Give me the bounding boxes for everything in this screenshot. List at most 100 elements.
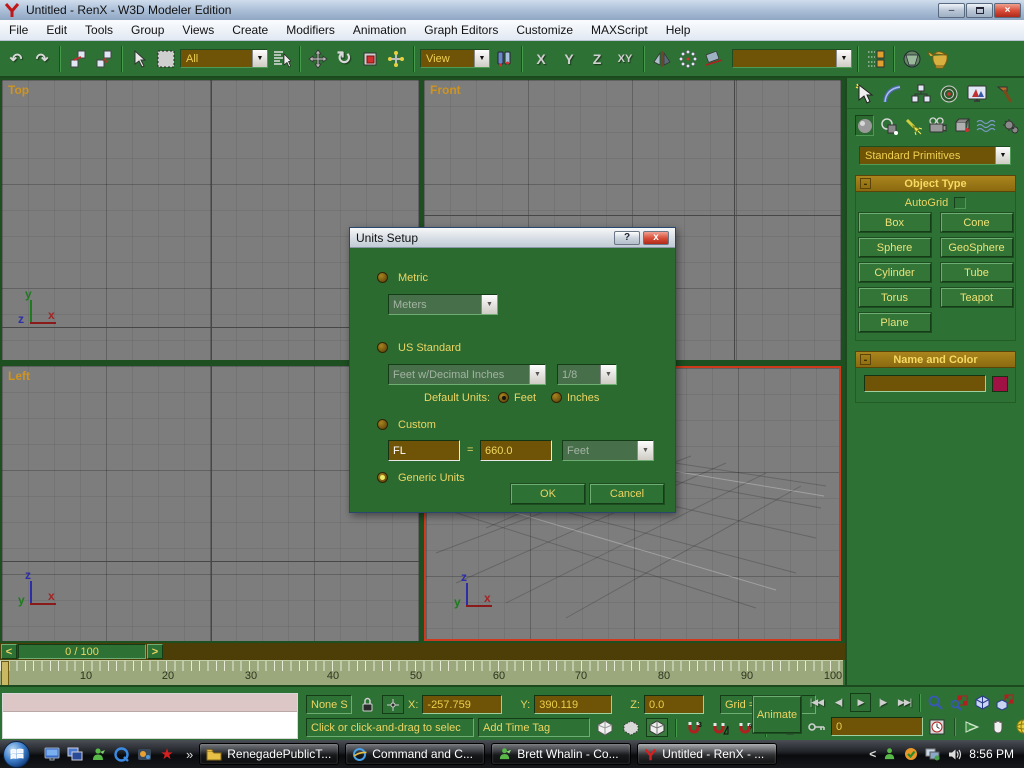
quick-launch-more-icon[interactable]: » <box>186 747 193 762</box>
menu-group[interactable]: Group <box>122 20 173 40</box>
object-name-input[interactable] <box>864 375 986 392</box>
lights-category-icon[interactable] <box>903 115 922 136</box>
menu-animation[interactable]: Animation <box>344 20 415 40</box>
select-and-scale-icon[interactable] <box>358 46 382 72</box>
plane-button[interactable]: Plane <box>859 313 931 332</box>
menu-maxscript[interactable]: MAXScript <box>582 20 657 40</box>
select-object-icon[interactable] <box>128 46 152 72</box>
menu-file[interactable]: File <box>0 20 37 40</box>
zoom-extents-icon[interactable] <box>971 693 993 712</box>
angle-snap-icon[interactable] <box>710 718 732 737</box>
dotted-cube-icon[interactable] <box>620 718 642 737</box>
pan-truck-icon[interactable] <box>962 717 984 736</box>
listener-macro-row[interactable] <box>3 694 297 712</box>
hierarchy-tab-icon[interactable] <box>909 82 933 106</box>
geometry-category-icon[interactable] <box>855 115 874 136</box>
name-color-rollout-header[interactable]: - Name and Color <box>855 351 1016 368</box>
cameras-category-icon[interactable] <box>927 115 947 136</box>
y-coord-field[interactable]: 390.119 <box>534 695 612 714</box>
current-frame-field[interactable]: 0 <box>831 717 923 736</box>
select-and-rotate-icon[interactable]: ↻ <box>332 46 356 72</box>
taskbar-button-messenger[interactable]: Brett Whalin - Co... <box>491 743 631 765</box>
restrict-y-button[interactable]: Y <box>556 46 582 72</box>
maximize-button[interactable] <box>966 3 993 18</box>
helpers-category-icon[interactable] <box>952 115 971 136</box>
coordinate-system-dropdown[interactable]: View ▼ <box>420 49 490 68</box>
object-type-rollout-header[interactable]: - Object Type <box>855 175 1016 192</box>
torus-button[interactable]: Torus <box>859 288 931 307</box>
selection-lock-icon[interactable] <box>356 695 378 714</box>
switch-windows-icon[interactable] <box>67 746 83 762</box>
previous-frame-icon[interactable]: ◀| <box>828 693 849 712</box>
default-inches-radio[interactable] <box>551 392 562 403</box>
teapot-button[interactable]: Teapot <box>941 288 1013 307</box>
window-titlebar[interactable]: Untitled - RenX - W3D Modeler Edition – … <box>0 0 1024 20</box>
tube-button[interactable]: Tube <box>941 263 1013 282</box>
zoom-extents-all-icon[interactable] <box>994 693 1016 712</box>
geosphere-button[interactable]: GeoSphere <box>941 238 1013 257</box>
messenger-icon[interactable] <box>90 746 106 762</box>
use-pivot-point-icon[interactable] <box>492 46 516 72</box>
chevron-down-icon[interactable]: ▼ <box>474 50 489 67</box>
spacewarps-category-icon[interactable] <box>976 115 996 136</box>
cylinder-button[interactable]: Cylinder <box>859 263 931 282</box>
custom-radio[interactable] <box>377 419 388 430</box>
listener-script-row[interactable] <box>3 712 297 738</box>
x-coord-field[interactable]: -257.759 <box>422 695 502 714</box>
taskbar-button-browser[interactable]: Command and C... <box>345 743 485 765</box>
select-and-move-icon[interactable] <box>306 46 330 72</box>
motion-tab-icon[interactable] <box>937 82 961 106</box>
time-slider-display[interactable]: 0 / 100 <box>18 644 146 659</box>
menu-help[interactable]: Help <box>657 20 700 40</box>
display-tab-icon[interactable] <box>965 82 989 106</box>
zoom-icon[interactable] <box>925 693 947 712</box>
go-to-start-icon[interactable]: |◀◀ <box>806 693 827 712</box>
dialog-titlebar[interactable]: Units Setup ? x <box>350 228 675 248</box>
taskbar-button-renx[interactable]: Untitled - RenX - ... <box>637 743 777 765</box>
unlink-selection-icon[interactable] <box>92 46 116 72</box>
minimize-button[interactable]: – <box>938 3 965 18</box>
undo-icon[interactable]: ↶ <box>4 46 28 72</box>
restrict-z-button[interactable]: Z <box>584 46 610 72</box>
next-frame-icon[interactable]: |▶ <box>872 693 893 712</box>
time-configuration-icon[interactable] <box>926 717 948 736</box>
menu-modifiers[interactable]: Modifiers <box>277 20 344 40</box>
snap-toggle-3d-icon[interactable]: 3 <box>684 718 706 737</box>
menu-views[interactable]: Views <box>173 20 223 40</box>
tray-clock[interactable]: 8:56 PM <box>969 747 1014 761</box>
shapes-category-icon[interactable] <box>879 115 898 136</box>
metric-radio[interactable] <box>377 272 388 283</box>
time-slider-handle[interactable] <box>1 661 9 685</box>
close-button[interactable]: × <box>994 3 1021 18</box>
select-and-manipulate-icon[interactable] <box>384 46 408 72</box>
align-icon[interactable] <box>702 46 726 72</box>
menu-graph-editors[interactable]: Graph Editors <box>415 20 507 40</box>
modify-tab-icon[interactable] <box>881 82 905 106</box>
selection-region-icon[interactable] <box>154 46 178 72</box>
tray-messenger-icon[interactable] <box>883 747 897 761</box>
cancel-button[interactable]: Cancel <box>590 484 664 504</box>
dialog-close-button[interactable]: x <box>643 231 669 245</box>
go-to-end-icon[interactable]: ▶▶| <box>894 693 915 712</box>
select-and-link-icon[interactable] <box>66 46 90 72</box>
taskbar-button-folder[interactable]: RenegadePublicT... <box>199 743 339 765</box>
show-desktop-icon[interactable] <box>44 746 60 762</box>
custom-value-input[interactable] <box>480 440 552 461</box>
absolute-mode-icon[interactable] <box>382 695 404 714</box>
menu-customize[interactable]: Customize <box>507 20 582 40</box>
sphere-button[interactable]: Sphere <box>859 238 931 257</box>
chevron-down-icon[interactable]: ▼ <box>252 50 267 67</box>
quicktime-icon[interactable] <box>113 746 129 762</box>
material-editor-icon[interactable] <box>900 46 924 72</box>
set-key-icon[interactable] <box>806 717 828 736</box>
named-selection-sets-icon[interactable] <box>864 46 888 72</box>
start-button[interactable] <box>3 741 30 768</box>
add-time-tag[interactable]: Add Time Tag <box>478 718 590 737</box>
us-standard-radio[interactable] <box>377 342 388 353</box>
dialog-help-button[interactable]: ? <box>614 231 640 245</box>
utilities-tab-icon[interactable] <box>993 82 1017 106</box>
menu-create[interactable]: Create <box>223 20 277 40</box>
restrict-x-button[interactable]: X <box>528 46 554 72</box>
tray-security-icon[interactable] <box>904 747 918 761</box>
object-color-swatch[interactable] <box>992 376 1008 392</box>
